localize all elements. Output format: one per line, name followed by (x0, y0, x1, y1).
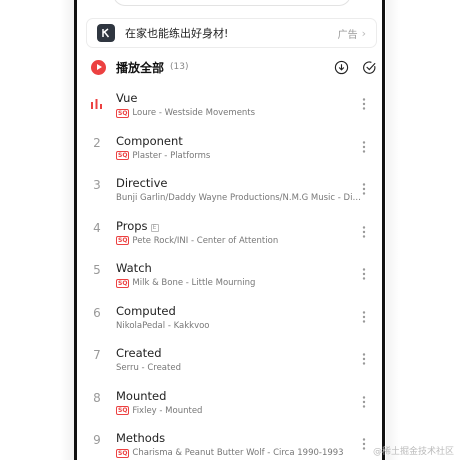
song-index: 8 (93, 390, 101, 405)
song-row[interactable]: 7 Created Serru - Created (77, 334, 382, 377)
song-subtitle-line: SQ Milk & Bone - Little Mourning (116, 278, 361, 288)
song-index: 5 (93, 263, 101, 277)
explicit-badge: E (150, 223, 159, 232)
song-subtitle-line: NikolaPedal - Kakkvoo (116, 321, 361, 331)
more-vertical-icon[interactable] (362, 438, 366, 450)
song-title: Vue (116, 91, 138, 105)
song-list: Vue SQ Loure - Westside Movements 2 Componen… (77, 79, 382, 460)
song-subtitle-line: SQ Charisma & Peanut Butter Wolf - Circa … (116, 448, 361, 458)
ad-tag: 广告 (337, 29, 358, 41)
song-title-line: Vue (116, 91, 137, 105)
song-artist-album: NikolaPedal - Kakkvoo (116, 320, 210, 331)
song-title: Computed (116, 303, 176, 318)
more-vertical-icon[interactable] (362, 268, 366, 280)
song-index: 3 (93, 178, 101, 192)
play-all-header: 播放全部 (13) (91, 56, 377, 78)
song-artist-album: Pete Rock/INI - Center of Attention (132, 235, 279, 246)
now-playing-bars-icon (91, 99, 102, 109)
song-artist-album: Fixley - Mounted (132, 405, 203, 416)
song-index: 7 (93, 348, 101, 362)
song-title-line: Created (116, 346, 162, 360)
more-vertical-icon[interactable] (362, 353, 366, 365)
song-artist-album: Charisma & Peanut Butter Wolf - Circa 19… (132, 448, 344, 458)
song-artist-album: Bunji Garlin/Daddy Wayne Productions/N.M… (116, 193, 361, 203)
song-title-line: Props E (116, 219, 159, 233)
song-row[interactable]: 8 Mounted SQ Fixley - Mounted (77, 377, 382, 420)
more-vertical-icon[interactable] (362, 310, 366, 323)
song-subtitle-line: Serru - Created (116, 363, 361, 373)
song-index: 6 (93, 305, 101, 320)
song-title-line: Methods (116, 431, 165, 445)
song-subtitle-line: Bunji Garlin/Daddy Wayne Productions/N.M… (116, 193, 361, 203)
multi-select-icon[interactable] (361, 59, 377, 75)
sq-badge: SQ (116, 278, 130, 288)
sq-badge: SQ (116, 151, 130, 160)
k-logo-icon (97, 24, 115, 42)
song-row[interactable]: 3 Directive Bunji Garlin/Daddy Wayne Produ… (77, 164, 382, 207)
download-icon[interactable] (333, 59, 349, 75)
song-artist-album: Serru - Created (116, 363, 181, 373)
song-title: Component (116, 133, 183, 148)
more-vertical-icon[interactable] (362, 225, 366, 238)
song-title: Props (116, 218, 148, 233)
song-title: Watch (116, 261, 152, 275)
song-index: 4 (93, 220, 101, 235)
song-index: 9 (93, 433, 101, 447)
song-title-line: Component (116, 134, 183, 148)
watermark: @稀土掘金技术社区 (372, 447, 454, 457)
song-title-line: Watch (116, 261, 152, 275)
song-title: Mounted (116, 388, 167, 403)
chevron-right-icon: › (361, 26, 366, 40)
song-index: 2 (93, 135, 101, 150)
song-row[interactable]: 9 Methods SQ Charisma & Peanut Butter Wolf … (77, 419, 382, 460)
song-row[interactable]: 4 Props E SQ Pete Rock/INI - Center of Atten… (77, 207, 382, 250)
song-count: (13) (170, 62, 189, 72)
song-artist-album: Milk & Bone - Little Mourning (132, 278, 256, 288)
phone-shadow-left (60, 0, 74, 460)
more-vertical-icon[interactable] (362, 98, 366, 110)
song-title-line: Mounted (116, 389, 166, 403)
song-row[interactable]: 6 Computed NikolaPedal - Kakkvoo (77, 292, 382, 335)
song-title: Created (116, 346, 162, 360)
sq-badge: SQ (116, 406, 130, 415)
song-subtitle-line: SQ Plaster - Platforms (116, 151, 361, 161)
more-vertical-icon[interactable] (362, 140, 366, 153)
play-all-button[interactable]: 播放全部 (116, 59, 164, 76)
song-subtitle-line: SQ Fixley - Mounted (116, 406, 361, 416)
song-row[interactable]: 2 Component SQ Plaster - Platforms (77, 122, 382, 165)
more-vertical-icon[interactable] (362, 395, 366, 408)
sq-badge: SQ (116, 236, 130, 245)
song-artist-album: Loure - Westside Movements (132, 108, 256, 118)
song-title: Directive (116, 176, 168, 190)
song-title-line: Computed (116, 304, 176, 318)
more-vertical-icon[interactable] (362, 183, 366, 195)
song-subtitle-line: SQ Loure - Westside Movements (116, 108, 361, 118)
song-row[interactable]: 5 Watch SQ Milk & Bone - Little Mourning (77, 249, 382, 292)
play-circle-icon[interactable] (91, 59, 106, 75)
song-title-line: Directive (116, 176, 168, 190)
phone-shadow-right (386, 0, 400, 460)
phone-frame: 在家也能练出好身材! 广告 › 播放全部 (13) Vue SQ Loure - W… (74, 0, 385, 460)
sq-badge: SQ (116, 448, 130, 458)
sq-badge: SQ (116, 108, 130, 118)
search-bar-remnant (113, 0, 351, 6)
song-row[interactable]: Vue SQ Loure - Westside Movements (77, 79, 382, 122)
song-subtitle-line: SQ Pete Rock/INI - Center of Attention (116, 236, 361, 246)
song-title: Methods (116, 431, 166, 445)
ad-text: 在家也能练出好身材! (125, 27, 229, 40)
ad-banner[interactable]: 在家也能练出好身材! 广告 › (86, 18, 377, 48)
song-artist-album: Plaster - Platforms (132, 150, 211, 161)
